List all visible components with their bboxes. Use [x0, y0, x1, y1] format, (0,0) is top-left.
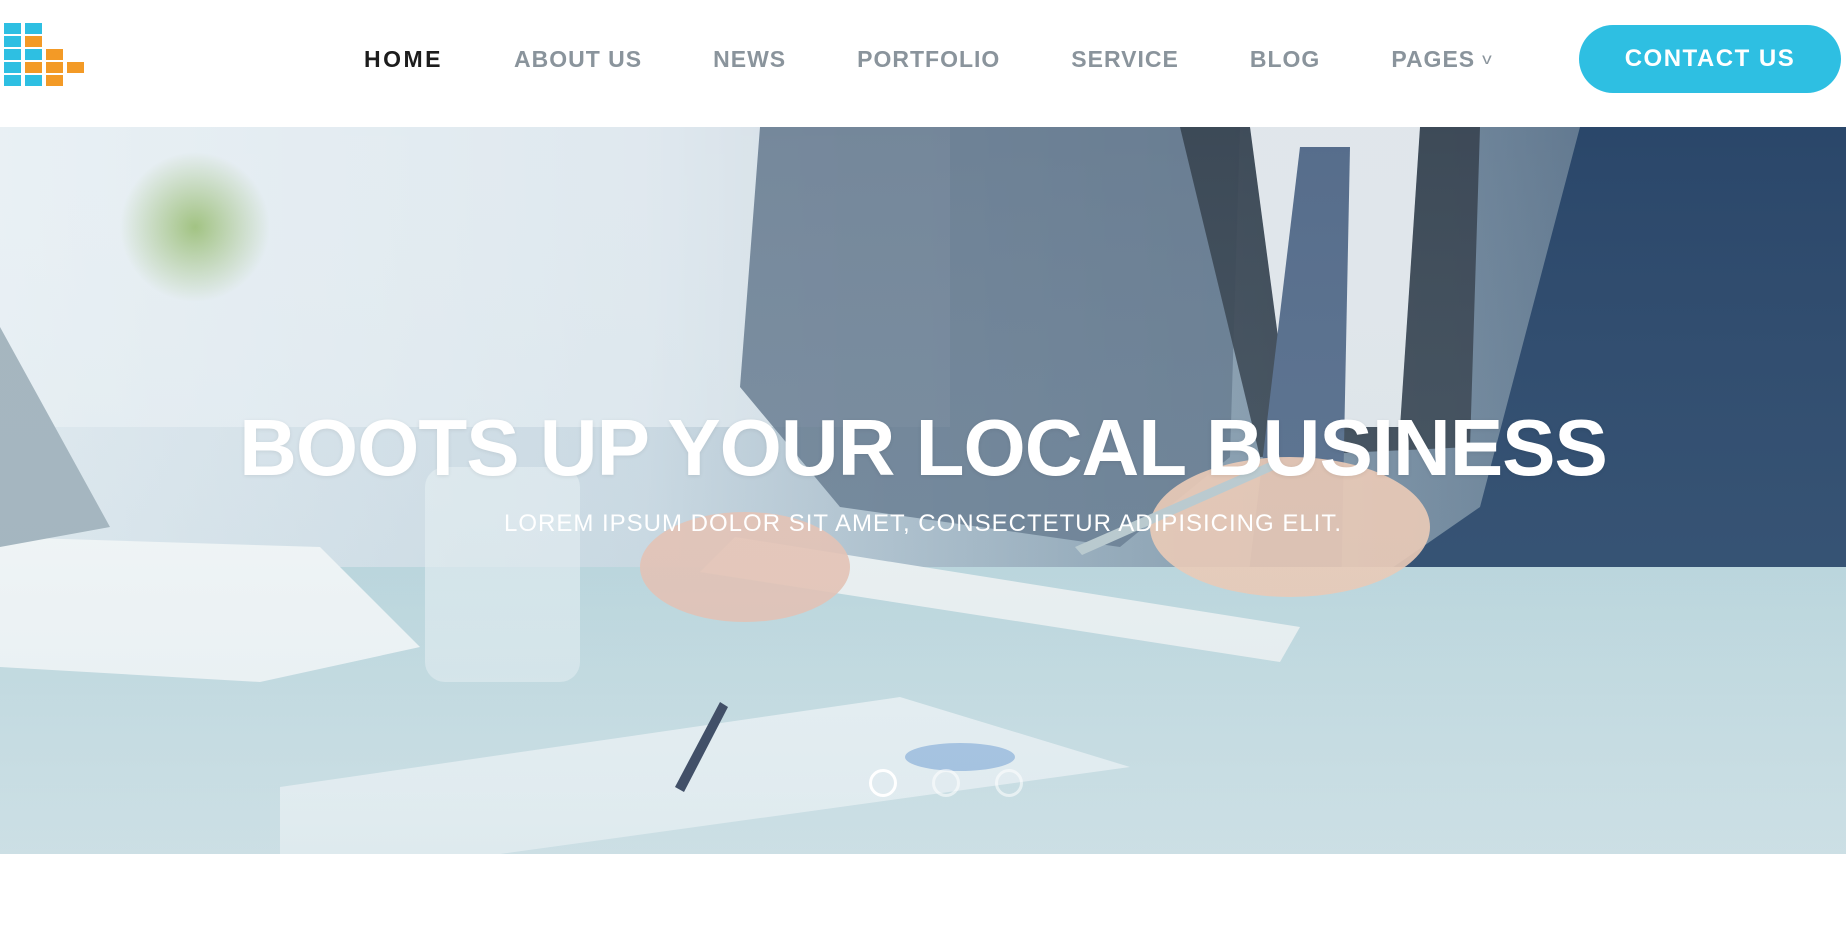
slide-dot-1[interactable] [869, 769, 897, 797]
main-nav: HOME ABOUT US NEWS PORTFOLIO SERVICE BLO… [364, 41, 1492, 77]
chevron-down-icon: v [1482, 51, 1494, 68]
hero-subtitle: LOREM IPSUM DOLOR SIT AMET, CONSECTETUR … [503, 510, 1343, 537]
nav-item-news[interactable]: NEWS [713, 46, 786, 73]
nav-item-pages[interactable]: PAGES v [1391, 46, 1492, 73]
nav-item-pages-label: PAGES [1391, 45, 1476, 72]
slide-dot-3[interactable] [995, 769, 1023, 797]
contact-us-button[interactable]: CONTACT US [1579, 25, 1841, 93]
hero-slider: BOOTS UP YOUR LOCAL BUSINESS LOREM IPSUM… [0, 127, 1846, 854]
logo-icon[interactable] [4, 23, 94, 95]
nav-item-portfolio[interactable]: PORTFOLIO [857, 46, 1000, 73]
nav-item-service[interactable]: SERVICE [1071, 46, 1179, 73]
nav-item-blog[interactable]: BLOG [1250, 46, 1320, 73]
nav-item-about-us[interactable]: ABOUT US [514, 46, 642, 73]
site-header: HOME ABOUT US NEWS PORTFOLIO SERVICE BLO… [0, 0, 1846, 127]
slider-dots [869, 769, 1023, 797]
slide-dot-2[interactable] [932, 769, 960, 797]
hero-title: BOOTS UP YOUR LOCAL BUSINESS [239, 403, 1608, 492]
nav-item-home[interactable]: HOME [364, 46, 443, 73]
